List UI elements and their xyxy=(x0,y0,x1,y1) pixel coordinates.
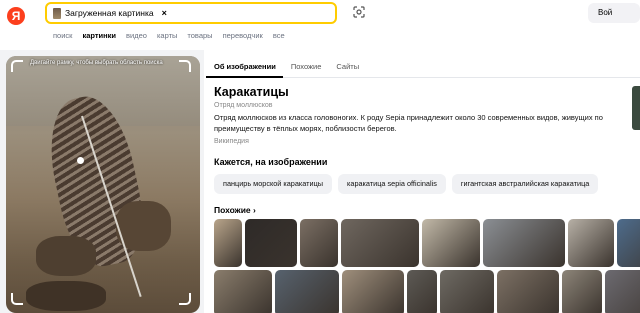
login-button[interactable]: Вой xyxy=(588,3,640,23)
similar-image-thumbnail[interactable] xyxy=(605,270,640,313)
tab-maps[interactable]: карты xyxy=(157,31,177,40)
crop-handle-top-right[interactable] xyxy=(179,60,191,72)
entity-title[interactable]: Каракатицы xyxy=(214,85,289,99)
similar-heading[interactable]: Похожие › xyxy=(214,205,256,215)
crop-handle-bottom-right[interactable] xyxy=(179,293,191,305)
similar-image-thumbnail[interactable] xyxy=(568,219,614,267)
similar-image-thumbnail[interactable] xyxy=(483,219,565,267)
tab-about-image[interactable]: Об изображении xyxy=(206,56,283,78)
tab-all[interactable]: все xyxy=(273,31,285,40)
similar-image-thumbnail[interactable] xyxy=(342,270,404,313)
entity-subtitle: Отряд моллюсков xyxy=(214,102,273,109)
similar-image-thumbnail[interactable] xyxy=(440,270,494,313)
entity-thumbnail[interactable] xyxy=(632,86,640,130)
tab-products[interactable]: товары xyxy=(187,31,212,40)
tab-images[interactable]: картинки xyxy=(82,31,116,40)
close-icon[interactable]: × xyxy=(162,8,167,18)
uploaded-image-thumbnail xyxy=(53,7,61,19)
object-pills: панцирь морской каракатицы каракатица se… xyxy=(214,174,599,194)
similar-image-thumbnail[interactable] xyxy=(562,270,602,313)
similar-image-thumbnail[interactable] xyxy=(300,219,338,267)
object-pill[interactable]: каракатица sepia officinalis xyxy=(338,174,446,194)
yandex-logo[interactable]: Я xyxy=(7,7,25,25)
entity-description: Отряд моллюсков из класса головоногих. К… xyxy=(214,113,603,133)
tab-search[interactable]: поиск xyxy=(53,31,72,40)
similar-image-thumbnail[interactable] xyxy=(341,219,419,267)
tab-similar[interactable]: Похожие xyxy=(283,56,329,78)
similar-image-thumbnail[interactable] xyxy=(497,270,559,313)
crop-handle-top-left[interactable] xyxy=(11,60,23,72)
object-pill[interactable]: панцирь морской каракатицы xyxy=(214,174,333,194)
similar-image-thumbnail[interactable] xyxy=(275,270,339,313)
source-link[interactable]: Википедия xyxy=(214,138,249,145)
similar-image-thumbnail[interactable] xyxy=(214,219,242,267)
tab-video[interactable]: видео xyxy=(126,31,147,40)
camera-search-icon[interactable] xyxy=(352,5,366,19)
chip-label: Загруженная картинка xyxy=(65,8,154,18)
crop-hint: Двигайте рамку, чтобы выбрать область по… xyxy=(30,60,163,66)
tab-sites[interactable]: Сайты xyxy=(328,56,366,78)
tab-translator[interactable]: переводчик xyxy=(223,31,263,40)
object-pill[interactable]: гигантская австралийская каракатица xyxy=(451,174,599,194)
similar-image-thumbnail[interactable] xyxy=(617,219,640,267)
chevron-right-icon: › xyxy=(253,205,256,215)
uploaded-image-chip[interactable]: Загруженная картинка × xyxy=(53,6,167,20)
search-tabs: поиск картинки видео карты товары перево… xyxy=(53,31,285,40)
focus-point[interactable] xyxy=(77,157,84,164)
similar-images-grid xyxy=(214,219,640,313)
on-image-heading: Кажется, на изображении xyxy=(214,157,328,167)
uploaded-photo[interactable] xyxy=(6,56,200,313)
similar-image-thumbnail[interactable] xyxy=(245,219,297,267)
similar-image-thumbnail[interactable] xyxy=(422,219,480,267)
result-tabs: Об изображении Похожие Сайты xyxy=(206,56,640,78)
similar-image-thumbnail[interactable] xyxy=(214,270,272,313)
search-box[interactable]: Загруженная картинка × xyxy=(45,2,337,24)
similar-image-thumbnail[interactable] xyxy=(407,270,437,313)
crop-handle-bottom-left[interactable] xyxy=(11,293,23,305)
header: Я Загруженная картинка × Вой поиск карти… xyxy=(0,0,640,50)
similar-heading-label: Похожие xyxy=(214,205,251,215)
